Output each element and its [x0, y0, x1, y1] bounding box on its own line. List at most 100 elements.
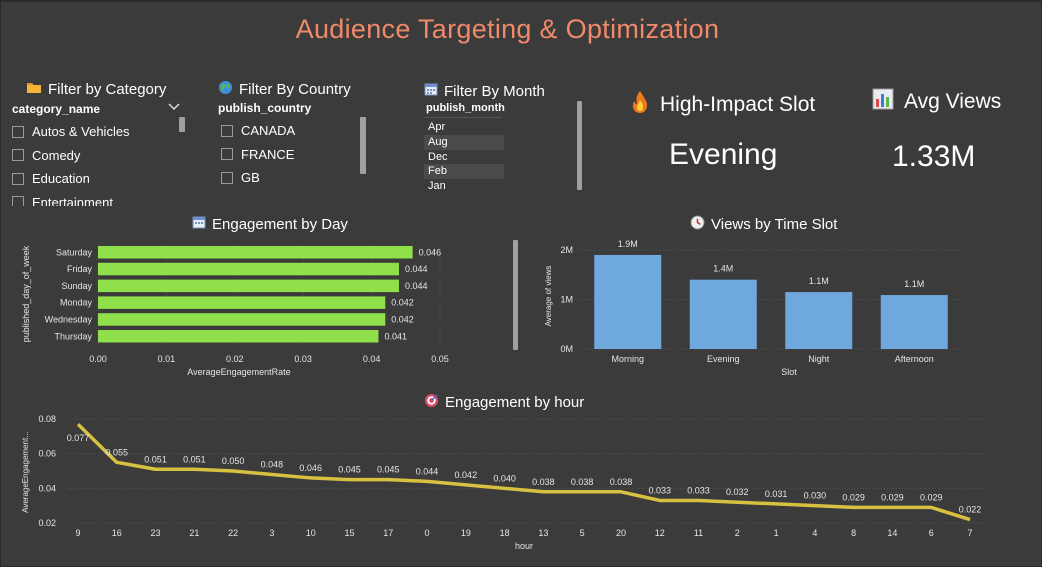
data-label: 1.1M: [904, 279, 924, 289]
month-item-selected[interactable]: Feb: [424, 164, 504, 180]
x-tick-label: 9: [75, 528, 80, 538]
checkbox[interactable]: [12, 125, 24, 138]
x-tick-label: Evening: [707, 354, 740, 364]
bar: [785, 292, 853, 349]
x-tick-label: 22: [228, 528, 238, 538]
data-label: 0.042: [391, 314, 414, 324]
x-tick-label: 4: [812, 528, 817, 538]
country-slicer: Filter By Country publish_country CANADA…: [218, 80, 378, 190]
y-tick-label: 0M: [560, 344, 573, 354]
checkbox[interactable]: [12, 172, 24, 185]
data-label: 0.050: [222, 456, 245, 466]
y-tick-label: Sunday: [61, 281, 92, 291]
month-item[interactable]: Jan: [424, 179, 504, 194]
x-tick-label: 21: [189, 528, 199, 538]
country-item-label: GB: [241, 170, 260, 186]
category-item[interactable]: Autos & Vehicles: [12, 120, 192, 144]
category-scrollbar[interactable]: [179, 117, 185, 132]
country-item-label: FRANCE: [241, 146, 295, 162]
data-label: 0.042: [455, 470, 478, 480]
data-label: 0.044: [405, 264, 428, 274]
bar: [880, 295, 948, 349]
day-chart-scrollbar[interactable]: [513, 240, 518, 350]
x-tick-label: 14: [887, 528, 897, 538]
checkbox[interactable]: [12, 196, 24, 206]
y-tick-label: Monday: [60, 298, 93, 308]
bar: [98, 279, 399, 293]
month-slicer-title: Filter By Month: [424, 82, 564, 100]
category-field-header[interactable]: category_name: [12, 98, 180, 116]
x-tick-label: 20: [616, 528, 626, 538]
bar: [98, 330, 379, 343]
data-label: 0.032: [726, 487, 749, 497]
category-field-name: category_name: [12, 101, 101, 116]
x-tick-label: 8: [851, 528, 856, 538]
fire-icon: [630, 90, 650, 120]
checkbox[interactable]: [221, 148, 233, 161]
y-tick-label: 0.02: [38, 518, 56, 528]
data-label: 0.045: [338, 465, 361, 475]
x-tick-label: 3: [269, 528, 274, 538]
x-axis-label: AverageEngagementRate: [187, 367, 290, 377]
month-item[interactable]: Dec: [424, 150, 504, 165]
category-item-label: Education: [32, 171, 90, 187]
category-item[interactable]: Education: [12, 167, 192, 191]
folder-icon: [26, 80, 42, 98]
y-tick-label: 2M: [560, 245, 573, 255]
country-item[interactable]: GB: [221, 166, 378, 190]
slot-kpi-label: High-Impact Slot: [660, 93, 816, 116]
data-label: 0.033: [648, 485, 671, 495]
x-axis-label: Slot: [781, 367, 797, 377]
y-tick-label: Thursday: [54, 331, 92, 341]
engagement-by-hour-chart: 0.020.040.060.0890.077160.055230.051210.…: [21, 414, 989, 551]
hour-chart-title-label: Engagement by hour: [445, 394, 585, 411]
calendar-icon: [192, 215, 206, 233]
data-label: 0.030: [804, 491, 827, 501]
x-tick-label: 0.02: [226, 354, 244, 364]
x-tick-label: Afternoon: [895, 354, 934, 364]
data-label: 0.038: [532, 477, 555, 487]
y-tick-label: Friday: [67, 264, 93, 274]
bar: [98, 262, 399, 276]
data-label: 0.044: [416, 466, 439, 476]
data-label: 0.029: [920, 492, 943, 502]
x-tick-label: 17: [383, 528, 393, 538]
bar: [98, 313, 386, 326]
chevron-down-icon[interactable]: [168, 98, 180, 116]
month-item[interactable]: Apr: [424, 120, 504, 135]
slot-chart-title: Views by Time Slot: [690, 215, 837, 234]
y-tick-label: 0.08: [38, 414, 56, 424]
page-title: Audience Targeting & Optimization: [295, 14, 720, 44]
y-tick-label: 1M: [560, 295, 573, 305]
y-tick-label: 0.04: [38, 483, 56, 493]
y-axis-label: published_day_of_week: [21, 245, 31, 342]
month-scrollbar[interactable]: [577, 101, 582, 190]
y-tick-label: Saturday: [56, 247, 93, 257]
month-item-selected[interactable]: Aug: [424, 134, 504, 150]
calendar-icon: [424, 82, 438, 100]
checkbox[interactable]: [221, 124, 233, 137]
country-item[interactable]: FRANCE: [221, 143, 378, 167]
data-label: 0.051: [144, 454, 167, 464]
month-slicer-label: Filter By Month: [444, 82, 545, 100]
category-item[interactable]: Entertainment: [12, 191, 192, 206]
data-label: 0.029: [842, 492, 865, 502]
bar: [689, 279, 757, 349]
data-label: 0.041: [384, 331, 407, 341]
slot-kpi-title: High-Impact Slot: [630, 90, 815, 120]
data-label: 0.051: [183, 454, 206, 464]
country-scrollbar[interactable]: [360, 117, 366, 174]
checkbox[interactable]: [12, 149, 24, 162]
country-item[interactable]: CANADA: [221, 119, 378, 143]
data-label: 0.077: [67, 433, 90, 443]
country-list: CANADA FRANCE GB: [218, 119, 378, 190]
category-item-label: Autos & Vehicles: [32, 124, 130, 140]
views-kpi-label: Avg Views: [904, 90, 1002, 113]
checkbox[interactable]: [221, 171, 233, 184]
bar-chart-icon: [872, 88, 894, 116]
category-item[interactable]: Comedy: [12, 144, 192, 168]
x-tick-label: 13: [538, 528, 548, 538]
x-tick-label: 7: [967, 528, 972, 538]
category-slicer-label: Filter by Category: [48, 80, 167, 98]
category-item-label: Entertainment: [32, 194, 113, 206]
